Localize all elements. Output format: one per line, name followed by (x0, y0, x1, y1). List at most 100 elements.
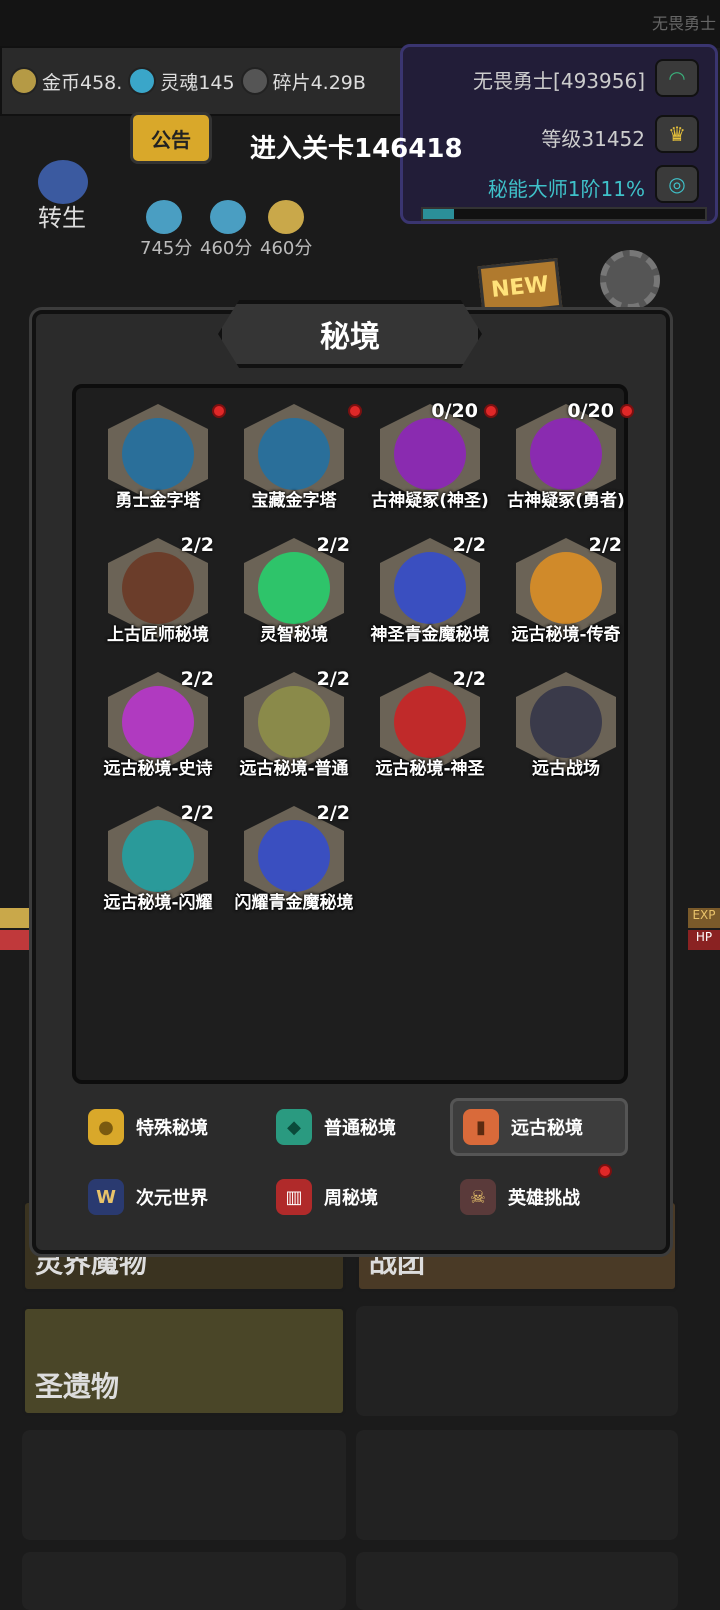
dungeon-emblem-icon (122, 418, 194, 490)
category-tab[interactable]: ▮ 远古秘境 (450, 1098, 628, 1156)
dungeon-tile[interactable]: 勇士金字塔 (90, 398, 226, 528)
w-star-icon: W (88, 1179, 124, 1215)
player-level: 等级31452 (541, 127, 645, 151)
gold-egg-icon: ● (88, 1109, 124, 1145)
top-bar: 无畏勇士 (0, 0, 720, 48)
currency-gold[interactable]: 金币458. (10, 67, 122, 95)
gear-icon[interactable] (600, 250, 660, 310)
currency-soul-value: 灵魂145 (160, 71, 235, 94)
dungeon-count: 2/2 (180, 668, 214, 690)
fragment-icon (240, 67, 269, 95)
new-badge[interactable]: NEW (477, 257, 563, 317)
card-relic[interactable]: 圣遗物 (22, 1306, 346, 1416)
currency-bar: 金币458. 灵魂145 碎片4.29B (0, 46, 410, 116)
dungeon-emblem-icon (258, 552, 330, 624)
dungeon-name: 闪耀青金魔秘境 (234, 893, 354, 913)
dungeon-name: 远古秘境-神圣 (375, 759, 485, 779)
hp-strip-left (0, 930, 34, 950)
dungeon-tile[interactable]: 灵智秘境 2/2 (226, 532, 362, 662)
score-icon-3 (268, 200, 304, 234)
modal-title: 秘境 (320, 320, 380, 355)
notice-button[interactable]: 公告 (130, 112, 212, 164)
dungeon-name: 神圣青金魔秘境 (370, 625, 490, 645)
dungeon-emblem-icon (122, 686, 194, 758)
dungeon-tile[interactable]: 宝藏金字塔 (226, 398, 362, 528)
dungeon-emblem-icon (394, 686, 466, 758)
dungeon-count: 0/20 (431, 400, 478, 422)
green-gem-icon: ◆ (276, 1109, 312, 1145)
player-progress-bar (421, 207, 707, 221)
empty-card-3 (356, 1430, 678, 1540)
dungeon-tile[interactable]: 远古秘境-传奇 2/2 (498, 532, 634, 662)
card-relic-label: 圣遗物 (35, 1370, 120, 1403)
currency-fragment-value: 碎片4.29B (272, 71, 366, 94)
dungeon-count: 2/2 (316, 534, 350, 556)
currency-gold-value: 金币458. (42, 71, 123, 94)
dungeon-count: 2/2 (452, 668, 486, 690)
notification-dot (598, 1164, 612, 1178)
category-tab[interactable]: ☠ 英雄挑战 (450, 1164, 628, 1226)
category-label: 特殊秘境 (136, 1118, 208, 1139)
dungeon-name: 古神疑冢(神圣) (371, 491, 489, 511)
ancient-shield-icon: ▮ (463, 1109, 499, 1145)
dungeon-name: 上古匠师秘境 (107, 625, 209, 645)
empty-card-1 (356, 1306, 678, 1416)
dungeon-name: 古神疑冢(勇者) (507, 491, 625, 511)
dungeon-name: 远古秘境-传奇 (511, 625, 621, 645)
currency-soul[interactable]: 灵魂145 (128, 67, 235, 95)
dungeon-grid: 勇士金字塔 宝藏金字塔 古神疑冢(神圣) 0/20 古神疑冢(勇者) 0/20 上古匠师秘境… (72, 384, 634, 1084)
empty-card-4 (22, 1552, 346, 1610)
dungeon-emblem-icon (258, 820, 330, 892)
dungeon-tile[interactable]: 远古秘境-史诗 2/2 (90, 666, 226, 796)
dungeon-name: 远古战场 (532, 759, 600, 779)
dungeon-tile[interactable]: 古神疑冢(勇者) 0/20 (498, 398, 634, 528)
gold-coin-icon (10, 67, 38, 95)
dungeon-name: 远古秘境-史诗 (103, 759, 213, 779)
soul-icon (128, 67, 157, 95)
currency-fragment[interactable]: 碎片4.29B (240, 67, 366, 95)
dungeon-count: 2/2 (588, 534, 622, 556)
exp-strip-left (0, 908, 34, 928)
top-player-name: 无畏勇士 (651, 14, 716, 33)
notification-dot (348, 404, 362, 418)
category-label: 次元世界 (136, 1188, 208, 1209)
dungeon-emblem-icon (530, 552, 602, 624)
dungeon-emblem-icon (394, 418, 466, 490)
score-icon-2 (210, 200, 246, 234)
rebirth-label: 转生 (38, 204, 86, 232)
dungeon-name: 灵智秘境 (260, 625, 328, 645)
dungeon-name: 宝藏金字塔 (251, 491, 337, 511)
crown-icon[interactable]: ♛ (655, 115, 699, 153)
dungeon-tile[interactable]: 远古秘境-普通 2/2 (226, 666, 362, 796)
category-label: 周秘境 (324, 1188, 378, 1209)
red-gate-icon: ▥ (276, 1179, 312, 1215)
category-tab[interactable]: W 次元世界 (78, 1168, 256, 1226)
player-name: 无畏勇士[493956] (473, 69, 645, 93)
category-tab[interactable]: ◆ 普通秘境 (266, 1098, 444, 1156)
hp-label: HP (688, 930, 720, 950)
swirl-icon[interactable]: ◎ (655, 165, 699, 203)
dungeon-tile[interactable]: 神圣青金魔秘境 2/2 (362, 532, 498, 662)
dungeon-tile[interactable]: 古神疑冢(神圣) 0/20 (362, 398, 498, 528)
dungeon-tile[interactable]: 上古匠师秘境 2/2 (90, 532, 226, 662)
dungeon-name: 勇士金字塔 (115, 491, 201, 511)
category-tab[interactable]: ● 特殊秘境 (78, 1098, 256, 1156)
dungeon-tile[interactable]: 闪耀青金魔秘境 2/2 (226, 800, 362, 930)
dungeon-count: 0/20 (567, 400, 614, 422)
dungeon-emblem-icon (394, 552, 466, 624)
empty-card-5 (356, 1552, 678, 1610)
dungeon-tile[interactable]: 远古秘境-神圣 2/2 (362, 666, 498, 796)
dungeon-emblem-icon (122, 552, 194, 624)
score-3: 460分 (260, 238, 313, 259)
category-tab[interactable]: ▥ 周秘境 (266, 1168, 444, 1226)
category-label: 英雄挑战 (508, 1188, 580, 1209)
notification-dot (484, 404, 498, 418)
signal-icon[interactable]: ◠ (655, 59, 699, 97)
score-icon-1 (146, 200, 182, 234)
score-2: 460分 (200, 238, 253, 259)
dungeon-tile[interactable]: 远古战场 (498, 666, 634, 796)
dungeon-emblem-icon (258, 418, 330, 490)
dungeon-tile[interactable]: 远古秘境-闪耀 2/2 (90, 800, 226, 930)
exp-label: EXP (688, 908, 720, 928)
dungeon-emblem-icon (258, 686, 330, 758)
